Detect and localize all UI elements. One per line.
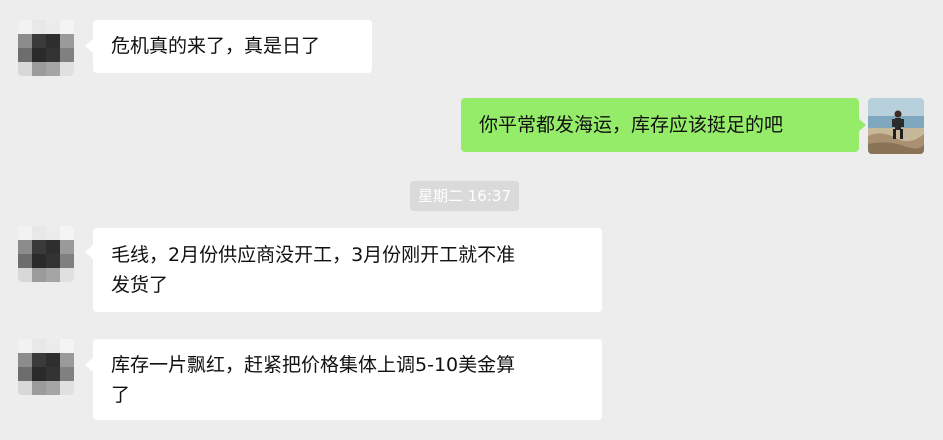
photo-avatar-icon — [868, 98, 924, 154]
bubble-tail — [85, 358, 93, 372]
contact-avatar[interactable] — [18, 339, 74, 395]
message-text-line: 毛线，2月份供应商没开工，3月份刚开工就不准 — [111, 244, 516, 266]
message-text: 危机真的来了，真是日了 — [111, 35, 321, 57]
message-text-line: 库存一片飘红，赶紧把价格集体上调5-10美金算 — [111, 354, 516, 376]
contact-avatar[interactable] — [18, 20, 74, 76]
message-bubble-incoming[interactable]: 毛线，2月份供应商没开工，3月份刚开工就不准 发货了 — [93, 228, 602, 312]
chat-window: 危机真的来了，真是日了 你平常都发海运，库存应该挺足的吧 星期二 16:37 毛… — [0, 0, 943, 440]
self-avatar[interactable] — [868, 98, 924, 154]
message-bubble-incoming[interactable]: 危机真的来了，真是日了 — [93, 20, 372, 73]
bubble-tail — [85, 245, 93, 259]
message-bubble-incoming[interactable]: 库存一片飘红，赶紧把价格集体上调5-10美金算 了 — [93, 339, 602, 420]
message-text-line: 发货了 — [111, 274, 169, 296]
pixelated-avatar-icon — [18, 339, 74, 395]
bubble-tail — [85, 39, 93, 53]
message-text-line: 了 — [111, 384, 131, 406]
message-bubble-outgoing[interactable]: 你平常都发海运，库存应该挺足的吧 — [461, 98, 859, 152]
bubble-tail — [858, 118, 866, 132]
message-text: 你平常都发海运，库存应该挺足的吧 — [479, 114, 784, 136]
pixelated-avatar-icon — [18, 20, 74, 76]
pixelated-avatar-icon — [18, 226, 74, 282]
contact-avatar[interactable] — [18, 226, 74, 282]
timestamp: 星期二 16:37 — [410, 181, 519, 211]
